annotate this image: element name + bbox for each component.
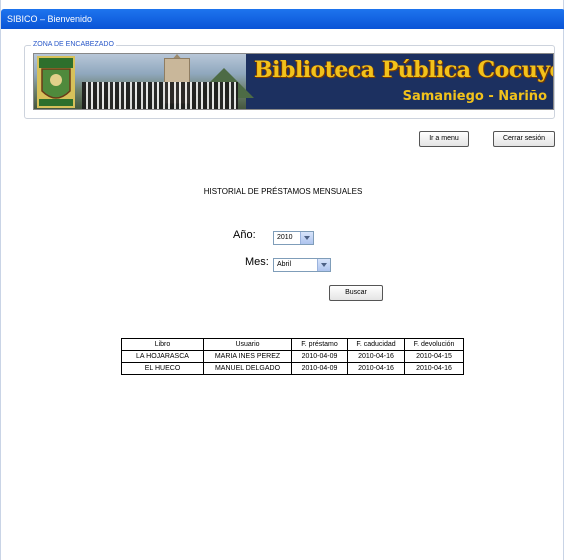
month-label: Mes: [245, 256, 269, 268]
cell-book: LA HOJARASCA [121, 350, 204, 363]
search-button[interactable]: Buscar [329, 285, 383, 301]
month-select[interactable]: Abril [273, 258, 331, 272]
table-row: EL HUECO MANUEL DELGADO 2010-04-09 2010-… [121, 362, 464, 375]
window-title-bar[interactable]: SIBICO – Bienvenido [1, 9, 564, 29]
coat-of-arms-icon [37, 56, 75, 108]
library-banner: Biblioteca Pública Cocuyos Samaniego - N… [33, 53, 554, 110]
logout-button[interactable]: Cerrar sesión [493, 131, 555, 147]
banner-subtitle: Samaniego - Nariño [402, 89, 547, 104]
app-window: SIBICO – Bienvenido ZONA DE ENCABEZADO B… [0, 0, 564, 560]
cell-user: MARIA INES PEREZ [203, 350, 292, 363]
cell-return-date: 2010-04-16 [404, 362, 464, 375]
year-select[interactable]: 2010 [273, 231, 314, 245]
chevron-down-icon[interactable] [300, 232, 313, 244]
cell-loan-date: 2010-04-09 [291, 350, 348, 363]
column-header-book: Libro [121, 338, 204, 351]
table-row: LA HOJARASCA MARIA INES PEREZ 2010-04-09… [121, 350, 464, 363]
year-label: Año: [233, 229, 256, 241]
cell-loan-date: 2010-04-09 [291, 362, 348, 375]
page-title: HISTORIAL DE PRÉSTAMOS MENSUALES [1, 187, 564, 196]
column-header-user: Usuario [203, 338, 292, 351]
banner-photo [34, 54, 254, 109]
page-title-text: HISTORIAL DE PRÉSTAMOS MENSUALES [203, 187, 363, 196]
banner-title: Biblioteca Pública Cocuyos [254, 57, 554, 83]
header-zone-legend: ZONA DE ENCABEZADO [31, 40, 116, 50]
table-header-row: Libro Usuario F. préstamo F. caducidad F… [121, 338, 464, 351]
column-header-due-date: F. caducidad [347, 338, 405, 351]
go-to-menu-button[interactable]: Ir a menu [419, 131, 469, 147]
cell-due-date: 2010-04-16 [347, 350, 405, 363]
cell-due-date: 2010-04-16 [347, 362, 405, 375]
chevron-down-icon[interactable] [317, 259, 330, 271]
column-header-return-date: F. devolución [404, 338, 464, 351]
cell-user: MANUEL DELGADO [203, 362, 292, 375]
group-photo [82, 82, 238, 109]
month-select-value: Abril [277, 261, 292, 268]
header-zone: ZONA DE ENCABEZADO Biblioteca Pública Co… [24, 40, 555, 119]
year-select-value: 2010 [277, 234, 293, 241]
column-header-loan-date: F. préstamo [291, 338, 348, 351]
loan-history-table: Libro Usuario F. préstamo F. caducidad F… [121, 338, 464, 375]
cell-return-date: 2010-04-15 [404, 350, 464, 363]
cell-book: EL HUECO [121, 362, 204, 375]
window-title: SIBICO – Bienvenido [7, 14, 93, 24]
